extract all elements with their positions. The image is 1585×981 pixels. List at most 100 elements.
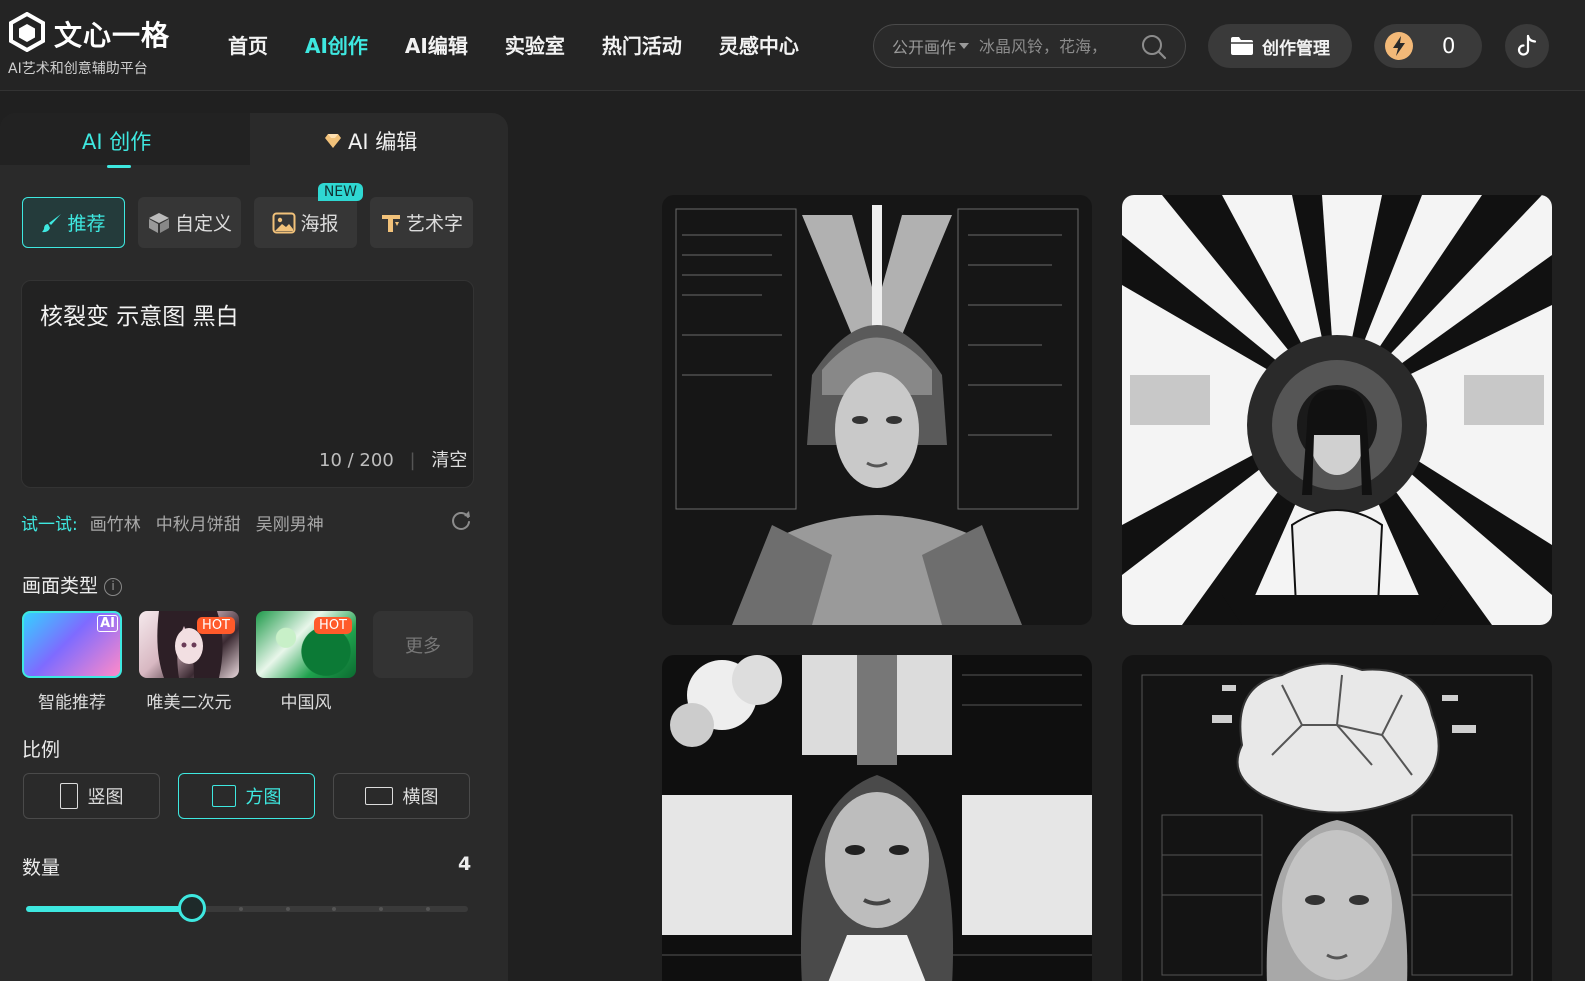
new-badge: NEW <box>317 183 363 201</box>
quantity-slider[interactable] <box>26 894 468 922</box>
gallery-image[interactable] <box>662 195 1092 625</box>
logo-icon <box>9 12 45 52</box>
refresh-icon[interactable] <box>450 509 472 531</box>
mode-selector: 推荐 自定义 NEW 海报 艺术字 <box>22 183 473 248</box>
top-header: 文心一格 AI艺术和创意辅助平台 首页 AI创作 AI编辑 实验室 热门活动 灵… <box>0 0 1585 91</box>
search-scope-select[interactable]: 公开画作 <box>892 34 970 58</box>
creation-panel: AI 创作 AI 编辑 推荐 自定义 NEW 海报 艺术字 核裂变 示意图 黑白… <box>0 113 508 981</box>
more-styles-tile: 更多 <box>373 611 473 678</box>
ratio-portrait-button[interactable]: 竖图 <box>23 773 160 819</box>
style-thumbnail: HOT <box>139 611 239 678</box>
prompt-counter: 10 / 200 | 清空 <box>319 446 467 472</box>
nav-lab[interactable]: 实验室 <box>505 30 565 59</box>
douyin-icon <box>1517 34 1537 56</box>
suggestion-item[interactable]: 中秋月饼甜 <box>156 510 241 535</box>
generated-image-4 <box>1122 655 1552 981</box>
gallery-image[interactable] <box>662 655 1092 981</box>
brand-tagline: AI艺术和创意辅助平台 <box>8 61 148 77</box>
generated-image-1 <box>662 195 1092 625</box>
landscape-ratio-icon <box>364 787 393 805</box>
style-name: 智能推荐 <box>38 693 106 713</box>
suggestion-item[interactable]: 画竹林 <box>90 510 141 535</box>
style-section-title: 画面类型 i <box>22 571 123 598</box>
hot-badge: HOT <box>197 617 235 634</box>
ratio-label: 方图 <box>245 787 282 808</box>
search-scope-label: 公开画作 <box>892 38 957 57</box>
square-ratio-icon <box>211 785 236 807</box>
nav-inspiration[interactable]: 灵感中心 <box>719 30 799 59</box>
prompt-char-max: / 200 <box>347 450 394 471</box>
ratio-label: 横图 <box>402 787 439 808</box>
gallery-image[interactable] <box>1122 195 1552 625</box>
generated-image-3 <box>662 655 1092 981</box>
search-bar: 公开画作 <box>873 24 1186 68</box>
gallery-image[interactable] <box>1122 655 1552 981</box>
mode-poster-label: 海报 <box>300 213 339 235</box>
folder-icon <box>1231 37 1253 55</box>
cube-icon <box>148 212 169 233</box>
tab-ai-edit[interactable]: AI 编辑 <box>324 126 417 156</box>
mode-custom-label: 自定义 <box>174 213 232 235</box>
style-chinese[interactable]: HOT 中国风 <box>256 611 356 713</box>
nav-ai-edit[interactable]: AI编辑 <box>405 30 468 59</box>
clear-prompt-button[interactable]: 清空 <box>431 450 467 471</box>
style-anime[interactable]: HOT 唯美二次元 <box>139 611 239 713</box>
logo[interactable]: 文心一格 AI艺术和创意辅助平台 <box>8 12 169 77</box>
ratio-square-button[interactable]: 方图 <box>178 773 315 819</box>
prompt-box: 10 / 200 | 清空 <box>21 280 474 488</box>
generated-image-2 <box>1122 195 1552 625</box>
style-thumbnail: AI <box>22 611 122 678</box>
lightning-icon <box>1385 32 1413 60</box>
caret-down-icon <box>959 43 970 49</box>
style-section-label: 画面类型 <box>22 575 99 597</box>
search-icon[interactable] <box>1141 34 1167 60</box>
quantity-slider-handle[interactable] <box>178 894 206 922</box>
ratio-label: 竖图 <box>87 787 124 808</box>
mode-art-text-button[interactable]: 艺术字 <box>370 197 473 248</box>
mode-poster-button[interactable]: NEW 海报 <box>254 183 363 248</box>
quantity-slider-fill <box>26 906 192 912</box>
style-smart-recommend[interactable]: AI 智能推荐 <box>22 611 122 713</box>
style-options: AI 智能推荐 HOT 唯美二次元 HOT 中国风 更多 <box>22 611 473 713</box>
slider-step-dot <box>332 907 336 911</box>
points-value: 0 <box>1442 34 1456 58</box>
slider-step-dot <box>426 907 430 911</box>
quantity-section-title: 数量 <box>22 857 61 879</box>
mode-recommend-label: 推荐 <box>67 213 106 235</box>
suggestion-item[interactable]: 吴刚男神 <box>256 510 324 535</box>
style-name: 中国风 <box>280 693 332 713</box>
nav-events[interactable]: 热门活动 <box>602 30 682 59</box>
main-nav: 首页 AI创作 AI编辑 实验室 热门活动 灵感中心 <box>228 30 836 59</box>
image-icon <box>272 212 296 233</box>
search-input[interactable] <box>979 36 1120 56</box>
ratio-section-title: 比例 <box>22 739 61 761</box>
text-art-icon <box>381 214 400 232</box>
ratio-landscape-button[interactable]: 横图 <box>333 773 470 819</box>
portrait-ratio-icon <box>59 783 78 809</box>
try-suggestions: 试一试: 画竹林 中秋月饼甜 吴刚男神 <box>21 510 339 535</box>
mode-custom-button[interactable]: 自定义 <box>138 197 241 248</box>
mode-recommend-button[interactable]: 推荐 <box>22 197 125 248</box>
tab-indicator <box>107 165 131 168</box>
douyin-button[interactable] <box>1505 24 1549 68</box>
tab-ai-create[interactable]: AI 创作 <box>82 126 151 156</box>
mode-art-text-label: 艺术字 <box>405 213 463 235</box>
diamond-icon <box>325 134 341 148</box>
creation-manage-button[interactable]: 创作管理 <box>1208 24 1352 68</box>
divider: | <box>409 450 416 471</box>
ratio-options: 竖图 方图 横图 <box>23 773 470 819</box>
prompt-char-count: 10 <box>319 450 342 471</box>
info-icon[interactable]: i <box>104 578 123 596</box>
prompt-input[interactable] <box>40 297 450 417</box>
slider-step-dot <box>379 907 383 911</box>
ai-badge: AI <box>97 615 118 632</box>
slider-step-dot <box>239 907 243 911</box>
nav-home[interactable]: 首页 <box>228 30 268 59</box>
slider-step-dot <box>286 907 290 911</box>
style-thumbnail: HOT <box>256 611 356 678</box>
nav-ai-create[interactable]: AI创作 <box>305 30 368 59</box>
try-label: 试一试: <box>21 515 78 535</box>
style-name: 唯美二次元 <box>146 693 232 713</box>
points-balance[interactable]: 0 <box>1374 24 1482 68</box>
style-more-button[interactable]: 更多 <box>373 611 473 713</box>
